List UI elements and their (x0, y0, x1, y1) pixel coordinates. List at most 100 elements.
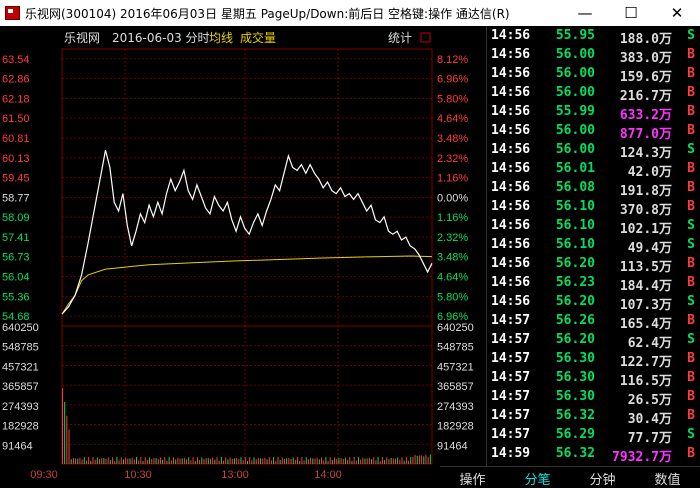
volume-tick: 182928 (437, 421, 474, 433)
tick-row[interactable]: 14:56 56.00 216.7万 B (487, 84, 700, 104)
volume-tick: 274393 (2, 401, 39, 413)
tick-price: 56.00 (555, 123, 595, 138)
tick-row[interactable]: 14:57 56.32 30.4万 B (487, 407, 700, 427)
tick-row[interactable]: 14:56 56.00 383.0万 B (487, 46, 700, 66)
tick-direction: B (687, 161, 695, 176)
date-label: 2016-06-03 分时 (112, 31, 210, 45)
tick-row[interactable]: 14:56 56.23 184.4万 B (487, 274, 700, 294)
tick-row[interactable]: 14:56 56.08 191.8万 B (487, 179, 700, 199)
tick-row[interactable]: 14:57 56.30 116.5万 B (487, 369, 700, 389)
tick-time: 14:57 (491, 427, 531, 442)
tab-minute[interactable]: 分钟 (570, 469, 635, 488)
tick-row[interactable]: 14:56 56.00 124.3万 S (487, 141, 700, 161)
tick-direction: B (687, 275, 695, 290)
tick-price: 56.30 (555, 389, 595, 404)
tick-list-panel[interactable]: 14:56 55.95 188.0万 S 14:56 56.00 383.0万 B 14:56 5… (486, 26, 700, 488)
tick-price: 56.00 (555, 66, 595, 81)
price-tick: 60.13 (2, 153, 30, 165)
tick-row[interactable]: 14:56 55.95 188.0万 S (487, 27, 700, 47)
tick-volume: 116.5万 (619, 374, 672, 389)
intraday-chart[interactable]: 乐视网 2016-06-03 分时 均线 成交量 统计 63.54 62.86 62… (0, 26, 485, 488)
maximize-button[interactable]: ☐ (608, 0, 654, 26)
tick-row[interactable]: 14:56 56.00 877.0万 B (487, 122, 700, 142)
volume-bars (62, 388, 431, 464)
tick-price: 56.10 (555, 218, 595, 233)
stats-toggle-icon[interactable] (420, 32, 431, 43)
tab-ticks[interactable]: 分笔 (505, 469, 570, 488)
tick-price: 55.99 (555, 104, 595, 119)
tick-row[interactable]: 14:57 56.30 26.5万 B (487, 388, 700, 408)
tick-volume: 30.4万 (627, 412, 672, 427)
tick-price: 56.20 (555, 332, 595, 347)
tick-time: 14:56 (491, 218, 531, 233)
price-tick: 56.04 (2, 272, 30, 284)
volume-tick: 182928 (2, 421, 39, 433)
minimize-button[interactable]: — (562, 0, 608, 26)
tick-row[interactable]: 14:56 56.20 107.3万 S (487, 293, 700, 313)
tick-row[interactable]: 14:56 55.99 633.2万 B (487, 103, 700, 123)
volume-axis: 640250 640250 548785 548785 457321 457321 3658… (2, 322, 474, 452)
tick-row[interactable]: 14:57 56.30 122.7万 B (487, 350, 700, 370)
tick-time: 14:56 (491, 123, 531, 138)
tick-row[interactable]: 14:56 56.20 113.5万 B (487, 255, 700, 275)
tick-row[interactable]: 14:56 56.10 49.4万 S (487, 236, 700, 256)
tick-direction: S (687, 427, 695, 442)
tick-row[interactable]: 14:59 56.32 7932.7万 B (487, 445, 700, 465)
tick-volume: 383.0万 (619, 51, 672, 66)
time-tick: 13:00 (221, 469, 249, 481)
tab-operate[interactable]: 操作 (440, 469, 505, 488)
tick-row[interactable]: 14:57 56.20 62.4万 S (487, 331, 700, 351)
tick-volume: 633.2万 (619, 108, 672, 123)
price-tick: 62.18 (2, 93, 30, 105)
tick-row[interactable]: 14:56 56.01 42.0万 B (487, 160, 700, 180)
tick-time: 14:56 (491, 275, 531, 290)
percent-tick: 5.80% (437, 291, 468, 303)
tick-row[interactable]: 14:57 56.26 165.4万 B (487, 312, 700, 332)
tick-volume: 7932.7万 (612, 450, 672, 465)
tick-price: 56.01 (555, 161, 595, 176)
close-button[interactable]: ✕ (654, 0, 700, 26)
tick-volume: 159.6万 (619, 70, 672, 85)
tick-direction: S (687, 28, 695, 43)
tick-price: 56.32 (555, 446, 595, 461)
tick-direction: S (687, 237, 695, 252)
volume-tick: 365857 (2, 381, 39, 393)
tick-price: 56.32 (555, 408, 595, 423)
stats-label[interactable]: 统计 (388, 31, 412, 45)
tick-row[interactable]: 14:56 56.10 102.1万 S (487, 217, 700, 237)
percent-tick: 4.64% (437, 113, 468, 125)
time-tick: 10:30 (124, 469, 152, 481)
volume-tick: 274393 (437, 401, 474, 413)
tick-time: 14:56 (491, 237, 531, 252)
tick-time: 14:57 (491, 313, 531, 328)
tick-time: 14:57 (491, 389, 531, 404)
tick-price: 56.08 (555, 180, 595, 195)
tick-volume: 113.5万 (619, 260, 672, 275)
tick-time: 14:56 (491, 85, 531, 100)
tick-row[interactable]: 14:56 56.10 370.8万 B (487, 198, 700, 218)
percent-tick: 1.16% (437, 173, 468, 185)
tick-time: 14:56 (491, 180, 531, 195)
tick-direction: S (687, 332, 695, 347)
chart-canvas[interactable]: 乐视网 2016-06-03 分时 均线 成交量 统计 63.54 62.86 62… (0, 26, 485, 488)
tick-price: 56.00 (555, 85, 595, 100)
percent-tick: 6.96% (437, 74, 468, 86)
tick-price: 56.00 (555, 142, 595, 157)
app-icon (5, 6, 20, 20)
tick-price: 56.10 (555, 237, 595, 252)
price-tick: 55.36 (2, 291, 30, 303)
time-axis: 09:30 10:30 13:00 14:00 (30, 469, 342, 481)
tick-volume: 877.0万 (619, 127, 672, 142)
tick-volume: 42.0万 (627, 165, 672, 180)
stock-name-label: 乐视网 (64, 30, 100, 45)
avg-line-legend: 均线 (209, 31, 233, 45)
price-tick: 62.86 (2, 74, 30, 86)
tick-row[interactable]: 14:57 56.29 77.7万 S (487, 426, 700, 446)
tick-row[interactable]: 14:56 56.00 159.6万 B (487, 65, 700, 85)
tick-price: 55.95 (555, 28, 595, 43)
tab-values[interactable]: 数值 (635, 469, 700, 488)
volume-tick: 640250 (2, 322, 39, 334)
tick-time: 14:56 (491, 28, 531, 43)
tick-time: 14:56 (491, 256, 531, 271)
tick-price: 56.10 (555, 199, 595, 214)
